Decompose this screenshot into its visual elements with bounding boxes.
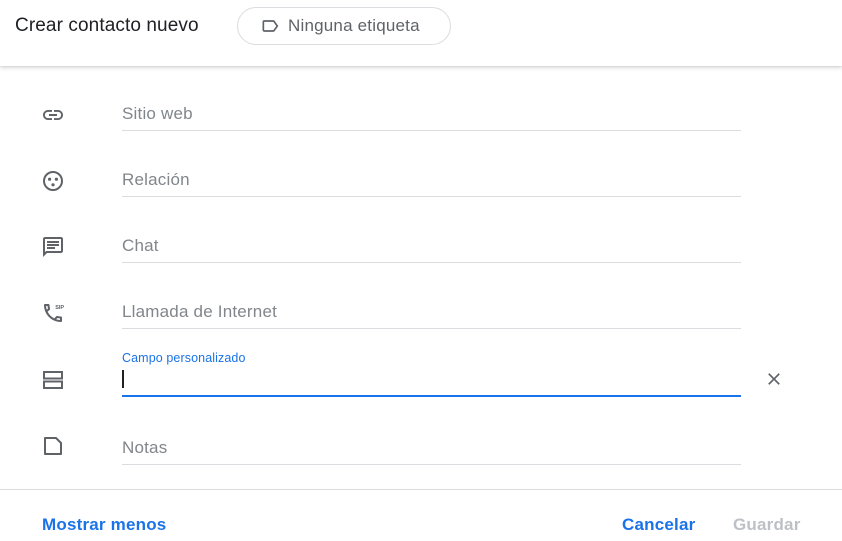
- custom-field-icon: [41, 368, 65, 392]
- text-caret: [122, 370, 124, 388]
- internet-call-field[interactable]: [122, 295, 741, 329]
- save-button[interactable]: Guardar: [733, 514, 801, 536]
- label-icon: [259, 15, 281, 37]
- svg-text:SIP: SIP: [55, 305, 64, 311]
- cancel-button[interactable]: Cancelar: [622, 514, 695, 536]
- chat-input[interactable]: [122, 229, 741, 262]
- dialog-title: Crear contacto nuevo: [15, 15, 199, 36]
- notes-icon: [41, 434, 65, 458]
- relationship-input[interactable]: [122, 163, 741, 196]
- dialog-footer: Mostrar menos Cancelar Guardar: [0, 489, 842, 541]
- close-icon: [768, 373, 780, 385]
- label-chip-button[interactable]: Ninguna etiqueta: [237, 7, 451, 45]
- clear-field-button[interactable]: [763, 368, 785, 390]
- relationship-field[interactable]: [122, 163, 741, 197]
- show-less-button[interactable]: Mostrar menos: [42, 514, 166, 536]
- link-icon: [41, 103, 65, 127]
- chat-icon: [41, 235, 65, 259]
- internet-call-input[interactable]: [122, 295, 741, 328]
- custom-field-field[interactable]: [122, 363, 741, 397]
- label-chip-text: Ninguna etiqueta: [288, 16, 420, 35]
- notes-input[interactable]: [122, 431, 741, 464]
- website-field[interactable]: [122, 97, 741, 131]
- chat-field[interactable]: [122, 229, 741, 263]
- website-input[interactable]: [122, 97, 741, 130]
- create-contact-dialog: Crear contacto nuevo Ninguna etiqueta Si…: [0, 0, 842, 541]
- notes-field[interactable]: [122, 431, 741, 465]
- custom-field-input[interactable]: [122, 363, 741, 395]
- dialog-header: Crear contacto nuevo Ninguna etiqueta: [0, 0, 842, 66]
- sip-phone-icon: SIP: [41, 301, 65, 325]
- relationship-icon: [41, 169, 65, 193]
